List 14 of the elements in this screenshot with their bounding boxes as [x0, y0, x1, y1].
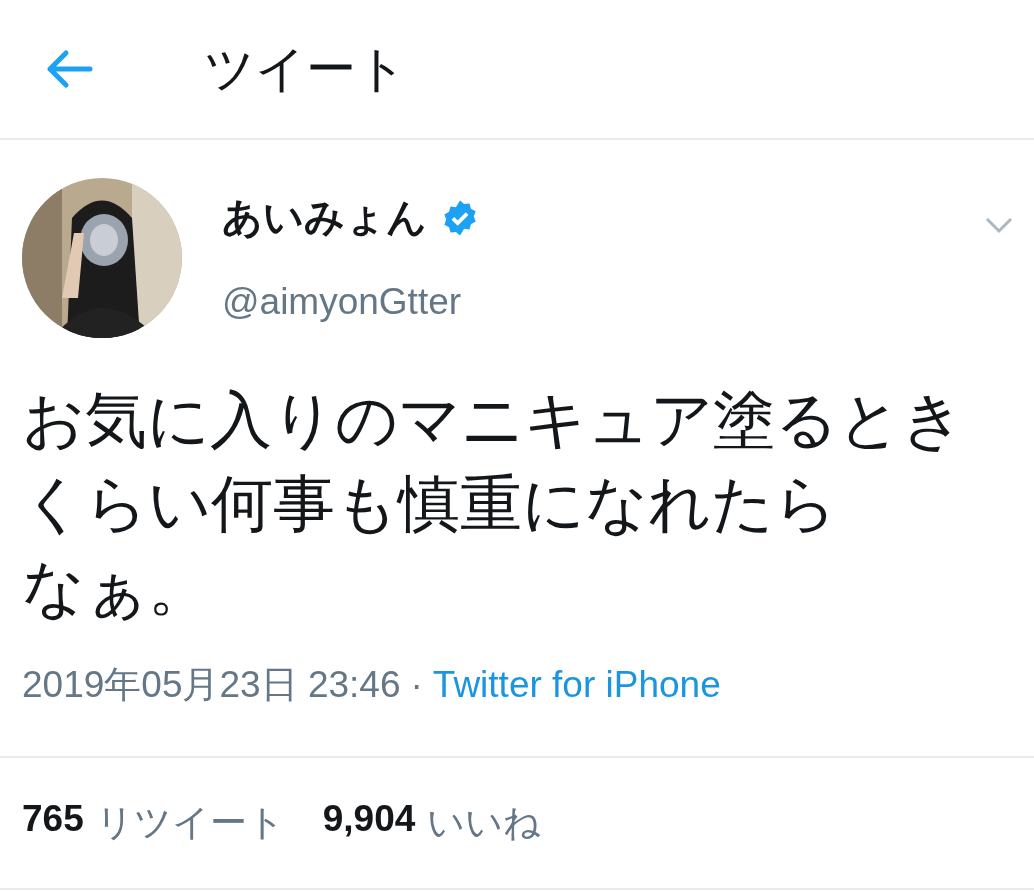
- stat-count: 765: [22, 798, 84, 841]
- author-handle: @aimyonGtter: [222, 281, 463, 323]
- source-link[interactable]: Twitter for iPhone: [432, 664, 721, 706]
- tweet-text-line: くらい何事も慎重になれたら: [22, 468, 837, 540]
- separator-dot: ·: [410, 664, 423, 706]
- page-title: ツイート: [204, 39, 407, 99]
- timestamp: 2019年05月23日 23:46: [22, 663, 401, 707]
- stat-count: 9,904: [322, 798, 416, 841]
- chevron-down-icon[interactable]: [984, 216, 1014, 234]
- tweet-text-line: お気に入りのマニキュア塗るとき: [22, 384, 964, 456]
- stat-label: いいね: [427, 801, 542, 845]
- tweet-text-line: なぁ。: [22, 552, 210, 624]
- author-name: あいみょん: [222, 194, 427, 241]
- stat-label: リツイート: [95, 801, 285, 845]
